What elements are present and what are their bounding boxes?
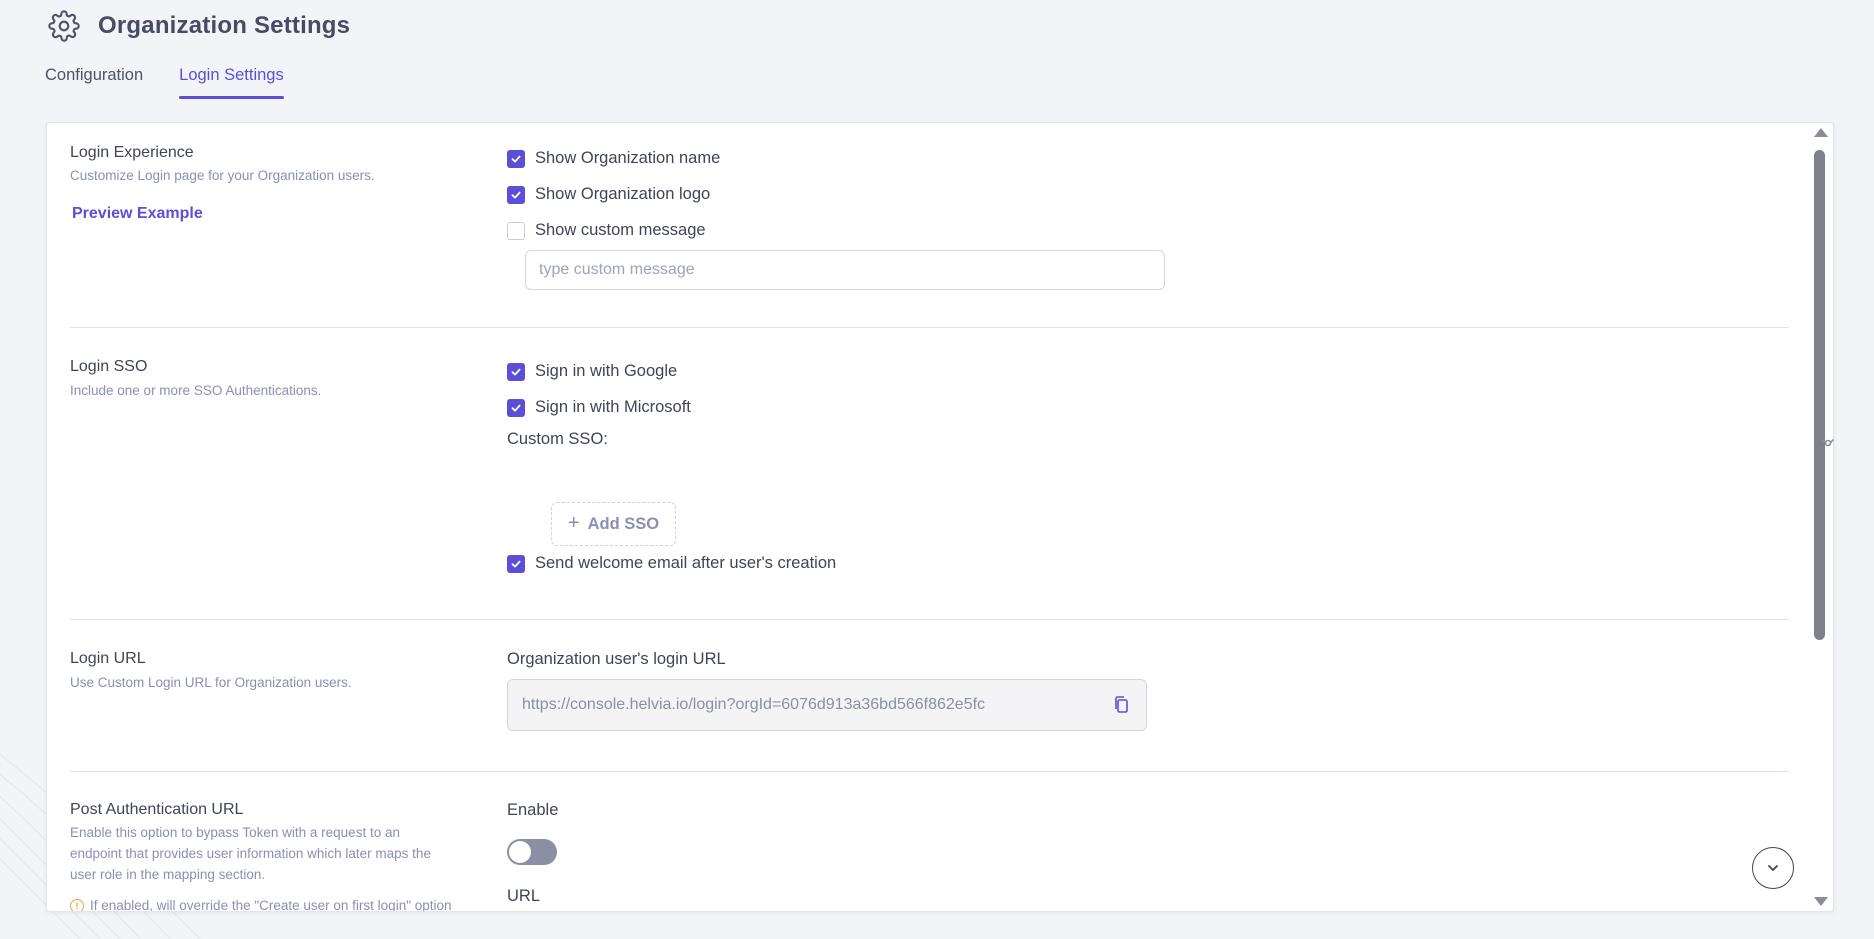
- post-auth-warning: ! If enabled, will override the "Create …: [70, 898, 452, 912]
- copy-icon[interactable]: [1112, 695, 1132, 715]
- scroll-thumb[interactable]: [1814, 150, 1825, 640]
- custom-sso-label: Custom SSO:: [507, 430, 608, 448]
- settings-card: Login Experience Customize Login page fo…: [46, 122, 1834, 912]
- login-url-field-label: Organization user's login URL: [507, 650, 726, 668]
- section-description: Enable this option to bypass Token with …: [70, 822, 431, 885]
- checkbox-checked[interactable]: [507, 554, 525, 573]
- option-label: Sign in with Google: [535, 362, 678, 380]
- option-label: Show Organization logo: [535, 185, 711, 203]
- section-title: Login URL: [70, 650, 146, 667]
- show-org-name-option[interactable]: Show Organization name: [507, 149, 720, 168]
- add-sso-button[interactable]: + Add SSO: [551, 502, 676, 546]
- checkbox-checked[interactable]: [507, 398, 525, 417]
- post-auth-section: Post Authentication URL Enable this opti…: [70, 771, 1789, 912]
- custom-message-input[interactable]: [525, 250, 1165, 290]
- scroll-down-arrow[interactable]: [1814, 897, 1828, 906]
- option-label: Show custom message: [535, 221, 706, 239]
- login-experience-section: Login Experience Customize Login page fo…: [70, 123, 1789, 328]
- checkbox-unchecked[interactable]: [507, 221, 525, 240]
- checkbox-checked[interactable]: [507, 185, 525, 204]
- checkbox-checked[interactable]: [507, 149, 525, 168]
- preview-example-link[interactable]: Preview Example: [72, 205, 203, 223]
- add-sso-label: Add SSO: [587, 514, 660, 533]
- tab-configuration[interactable]: Configuration: [45, 64, 143, 99]
- welcome-email-option[interactable]: Send welcome email after user's creation: [507, 554, 836, 573]
- description-line: endpoint that provides user information …: [70, 846, 431, 861]
- enable-label: Enable: [507, 801, 559, 819]
- vertical-scrollbar[interactable]: [1811, 128, 1828, 906]
- section-title: Login SSO: [70, 358, 148, 375]
- section-title: Post Authentication URL: [70, 801, 244, 818]
- gear-icon: [48, 10, 80, 42]
- section-description: Use Custom Login URL for Organization us…: [70, 675, 352, 690]
- show-org-logo-option[interactable]: Show Organization logo: [507, 185, 710, 204]
- post-auth-enable-toggle[interactable]: [507, 839, 557, 865]
- show-custom-message-option[interactable]: Show custom message: [507, 221, 706, 240]
- chevron-down-icon: [1768, 865, 1778, 871]
- toggle-knob: [509, 841, 531, 863]
- section-title: Login Experience: [70, 144, 194, 161]
- login-url-field[interactable]: https://console.helvia.io/login?orgId=60…: [507, 679, 1147, 731]
- scroll-up-arrow[interactable]: [1814, 128, 1828, 137]
- tab-login-settings[interactable]: Login Settings: [179, 64, 284, 99]
- url-label: URL: [507, 887, 541, 905]
- option-label: Show Organization name: [535, 149, 721, 167]
- page-title: Organization Settings: [98, 12, 351, 39]
- checkbox-checked[interactable]: [507, 362, 525, 381]
- description-line: Enable this option to bypass Token with …: [70, 825, 400, 840]
- sign-in-google-option[interactable]: Sign in with Google: [507, 362, 677, 381]
- warning-text: If enabled, will override the "Create us…: [90, 898, 452, 912]
- login-url-section: Login URL Use Custom Login URL for Organ…: [70, 619, 1789, 772]
- scroll-down-button[interactable]: [1752, 847, 1794, 889]
- plus-icon: +: [567, 511, 580, 534]
- option-label: Sign in with Microsoft: [535, 398, 691, 416]
- section-description: Customize Login page for your Organizati…: [70, 168, 375, 183]
- resize-handle-icon[interactable]: [1820, 436, 1836, 450]
- login-sso-section: Login SSO Include one or more SSO Authen…: [70, 327, 1789, 620]
- page-header: Organization Settings: [48, 10, 350, 42]
- tab-bar: Configuration Login Settings: [45, 64, 284, 99]
- sign-in-microsoft-option[interactable]: Sign in with Microsoft: [507, 398, 691, 417]
- option-label: Send welcome email after user's creation: [535, 554, 837, 572]
- warning-icon: !: [70, 898, 84, 911]
- description-line: user role in the mapping section.: [70, 867, 266, 882]
- login-url-value: https://console.helvia.io/login?orgId=60…: [522, 696, 986, 713]
- section-description: Include one or more SSO Authentications.: [70, 383, 322, 398]
